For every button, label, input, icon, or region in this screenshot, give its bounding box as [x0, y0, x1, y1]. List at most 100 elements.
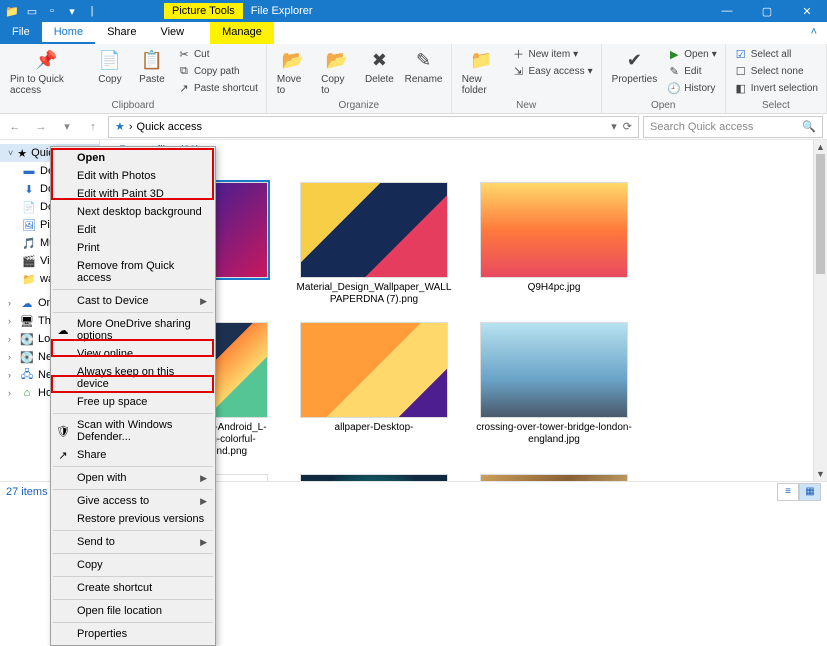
qat-new-folder-icon[interactable]: ▫: [44, 3, 60, 19]
scroll-up-icon[interactable]: ▲: [814, 140, 827, 154]
view-details-button[interactable]: ≡: [777, 483, 799, 501]
copy-path-button[interactable]: ⧉Copy path: [175, 63, 260, 79]
ctx-open[interactable]: Open: [51, 149, 215, 167]
refresh-icon[interactable]: ⟳: [623, 120, 632, 133]
tab-view[interactable]: View: [148, 22, 196, 44]
new-item-button[interactable]: ＋New item ▾: [509, 46, 594, 62]
qat-properties-icon[interactable]: ▭: [24, 3, 40, 19]
invert-icon: ◧: [734, 81, 748, 95]
copy-icon: 📄: [98, 48, 122, 72]
ctx-print[interactable]: Print: [51, 239, 215, 257]
rename-icon: ✎: [412, 48, 436, 72]
close-button[interactable]: ✕: [787, 0, 827, 22]
shortcut-icon: ↗: [177, 81, 191, 95]
file-item[interactable]: Q9H4pc.jpg: [468, 178, 640, 318]
ctx-open-location[interactable]: Open file location: [51, 602, 215, 620]
file-item[interactable]: allpaper-Desktop-: [288, 318, 460, 470]
ctx-always-keep[interactable]: Always keep on this device: [51, 363, 215, 393]
file-item[interactable]: crossing-over-tower-bridge-london-englan…: [468, 318, 640, 470]
status-item-count: 27 items: [6, 486, 48, 498]
open-button[interactable]: ▶Open ▾: [665, 46, 719, 62]
qat-dropdown-icon[interactable]: ▾: [64, 3, 80, 19]
easy-access-icon: ⇲: [511, 64, 525, 78]
folder-icon: 📁: [4, 3, 20, 19]
scroll-thumb[interactable]: [816, 154, 825, 274]
tab-manage[interactable]: Manage: [210, 22, 274, 44]
path-dropdown-icon[interactable]: ▾: [611, 120, 617, 133]
pin-icon: 📌: [34, 48, 58, 72]
tab-file[interactable]: File: [0, 22, 42, 44]
vertical-scrollbar[interactable]: ▲ ▼: [813, 140, 827, 481]
title-bar: 📁 ▭ ▫ ▾ | Picture Tools File Explorer — …: [0, 0, 827, 22]
edit-button[interactable]: ✎Edit: [665, 63, 719, 79]
cut-button[interactable]: ✂Cut: [175, 46, 260, 62]
paste-shortcut-button[interactable]: ↗Paste shortcut: [175, 80, 260, 96]
cut-icon: ✂: [177, 47, 191, 61]
group-label-new: New: [458, 100, 595, 113]
new-item-icon: ＋: [511, 47, 525, 61]
share-icon: ↗: [56, 448, 70, 462]
select-none-button[interactable]: ☐Select none: [732, 63, 820, 79]
nav-back-button[interactable]: ←: [4, 116, 26, 138]
star-icon: ★: [115, 120, 125, 133]
easy-access-button[interactable]: ⇲Easy access ▾: [509, 63, 594, 79]
nav-forward-button[interactable]: →: [30, 116, 52, 138]
ctx-restore[interactable]: Restore previous versions: [51, 510, 215, 528]
scroll-down-icon[interactable]: ▼: [814, 467, 827, 481]
delete-button[interactable]: ✖Delete: [360, 46, 398, 98]
tab-share[interactable]: Share: [95, 22, 148, 44]
ctx-cast[interactable]: Cast to Device▶: [51, 292, 215, 310]
address-bar: ← → ▾ ↑ ★ › Quick access ▾ ⟳ Search Quic…: [0, 114, 827, 140]
ctx-open-with[interactable]: Open with▶: [51, 469, 215, 487]
group-label-clipboard: Clipboard: [6, 100, 260, 113]
move-to-button[interactable]: 📂Move to: [273, 46, 313, 98]
star-icon: ★: [17, 146, 27, 160]
breadcrumb-location: Quick access: [137, 121, 202, 133]
ctx-next-bg[interactable]: Next desktop background: [51, 203, 215, 221]
app-title: File Explorer: [251, 5, 313, 17]
ctx-edit-paint3d[interactable]: Edit with Paint 3D: [51, 185, 215, 203]
ctx-view-online[interactable]: View online: [51, 345, 215, 363]
new-folder-button[interactable]: 📁New folder: [458, 46, 506, 98]
file-item[interactable]: images9A74JQ0T.jpg: [288, 470, 460, 481]
file-item[interactable]: [468, 470, 640, 481]
invert-selection-button[interactable]: ◧Invert selection: [732, 80, 820, 96]
ctx-create-shortcut[interactable]: Create shortcut: [51, 579, 215, 597]
ctx-properties[interactable]: Properties: [51, 625, 215, 643]
ctx-defender[interactable]: 🛡Scan with Windows Defender...: [51, 416, 215, 446]
nav-recent-button[interactable]: ▾: [56, 116, 78, 138]
ctx-send-to[interactable]: Send to▶: [51, 533, 215, 551]
ribbon: 📌Pin to Quick access 📄Copy 📋Paste ✂Cut ⧉…: [0, 44, 827, 114]
ctx-edit-photos[interactable]: Edit with Photos: [51, 167, 215, 185]
ctx-share[interactable]: ↗Share: [51, 446, 215, 464]
minimize-button[interactable]: —: [707, 0, 747, 22]
search-input[interactable]: Search Quick access 🔍: [643, 116, 823, 138]
nav-up-button[interactable]: ↑: [82, 116, 104, 138]
maximize-button[interactable]: ▢: [747, 0, 787, 22]
ctx-give-access[interactable]: Give access to▶: [51, 492, 215, 510]
paste-button[interactable]: 📋Paste: [133, 46, 171, 98]
ribbon-collapse-icon[interactable]: ˄: [801, 22, 827, 44]
properties-button[interactable]: ✔Properties: [608, 46, 662, 96]
ctx-edit[interactable]: Edit: [51, 221, 215, 239]
view-thumbnails-button[interactable]: ▦: [799, 483, 821, 501]
chevron-right-icon: ▶: [200, 496, 207, 507]
select-all-icon: ☑: [734, 47, 748, 61]
ctx-remove-qa[interactable]: Remove from Quick access: [51, 257, 215, 287]
rename-button[interactable]: ✎Rename: [402, 46, 444, 98]
select-all-button[interactable]: ☑Select all: [732, 46, 820, 62]
ribbon-tabs: File Home Share View Manage ˄: [0, 22, 827, 44]
ctx-free-space[interactable]: Free up space: [51, 393, 215, 411]
copy-button[interactable]: 📄Copy: [91, 46, 129, 98]
contextual-tab-header: Picture Tools: [164, 3, 243, 19]
group-label-organize: Organize: [273, 100, 445, 113]
edit-icon: ✎: [667, 64, 681, 78]
ctx-copy[interactable]: Copy: [51, 556, 215, 574]
history-button[interactable]: 🕘History: [665, 80, 719, 96]
pin-quick-access-button[interactable]: 📌Pin to Quick access: [6, 46, 87, 98]
copy-to-button[interactable]: 📂Copy to: [317, 46, 356, 98]
file-item[interactable]: Material_Design_Wallpaper_WALLPAPERDNA (…: [288, 178, 460, 318]
tab-home[interactable]: Home: [42, 22, 95, 44]
ctx-more-onedrive[interactable]: ☁More OneDrive sharing options: [51, 315, 215, 345]
breadcrumb[interactable]: ★ › Quick access ▾ ⟳: [108, 116, 639, 138]
